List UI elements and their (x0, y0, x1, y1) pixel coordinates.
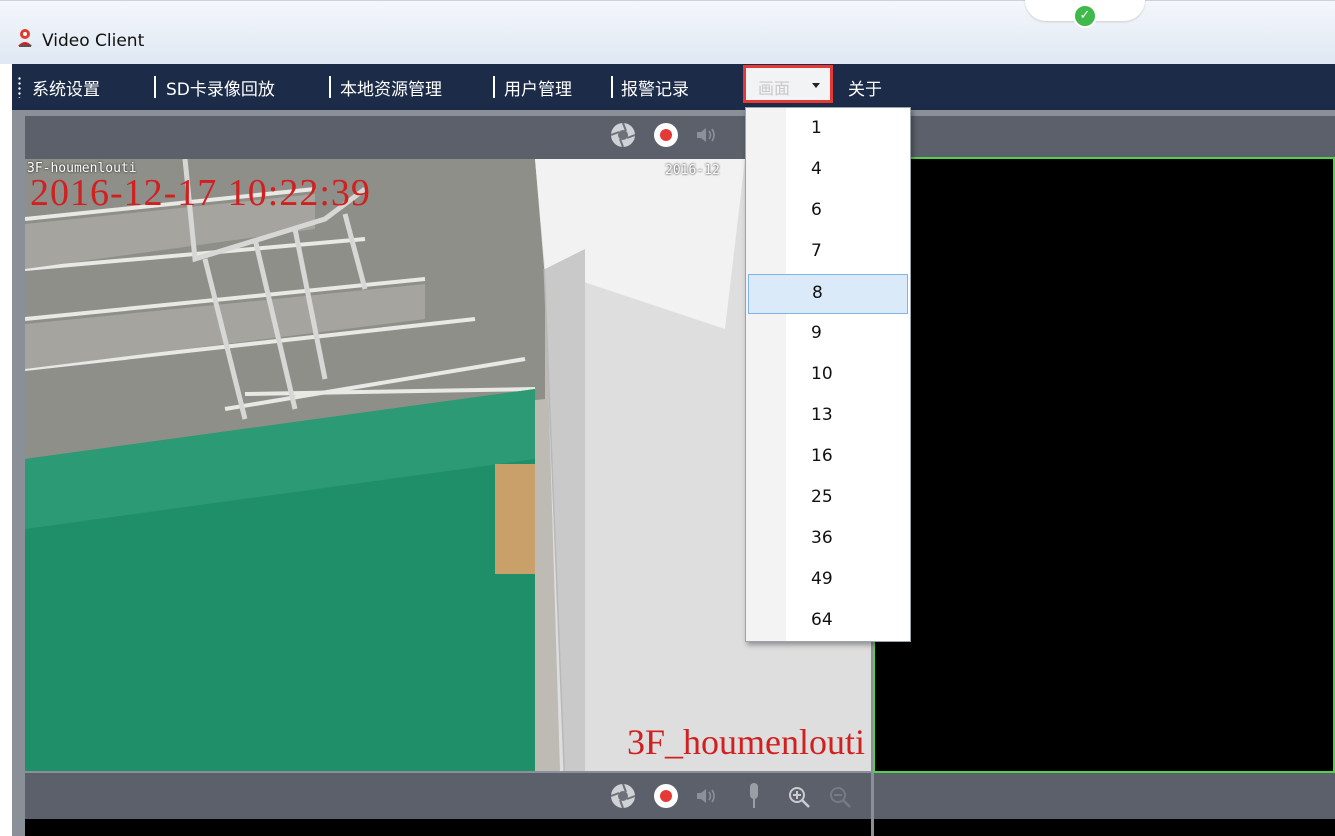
snapshot-icon[interactable] (610, 783, 636, 809)
layout-option-25[interactable]: 25 (748, 479, 908, 519)
layout-option-16[interactable]: 16 (748, 438, 908, 478)
record-icon[interactable] (653, 783, 679, 809)
window-title: Video Client (42, 31, 145, 51)
layout-option-9[interactable]: 9 (748, 315, 908, 355)
app-logo-icon (18, 29, 32, 47)
menu-separator (611, 76, 613, 98)
menu-alarm-records[interactable]: 报警记录 (621, 75, 689, 100)
layout-option-7[interactable]: 7 (748, 233, 908, 273)
osd-camera-name: 3F_houmenlouti (626, 722, 865, 762)
title-bar: ✓ Video Client (0, 0, 1335, 64)
layout-option-36[interactable]: 36 (748, 520, 908, 560)
video-pane-2[interactable] (873, 157, 1335, 773)
menu-system-settings[interactable]: 系统设置 (32, 75, 100, 100)
menu-user-management[interactable]: 用户管理 (504, 75, 572, 100)
menu-local-resources[interactable]: 本地资源管理 (340, 75, 442, 100)
status-check-icon: ✓ (1073, 4, 1097, 28)
audio-icon[interactable] (695, 787, 717, 805)
screen-layout-label: 画面 (758, 79, 791, 98)
layout-option-49[interactable]: 49 (748, 561, 908, 601)
toolbar-grip[interactable] (18, 76, 21, 98)
layout-option-13[interactable]: 13 (748, 397, 908, 437)
osd-timestamp: 2016-12-17 10:22:39 (30, 172, 371, 214)
microphone-icon[interactable] (744, 781, 764, 811)
layout-option-64[interactable]: 64 (748, 602, 908, 642)
record-icon[interactable] (653, 122, 679, 148)
menu-separator (493, 76, 495, 98)
menu-separator (154, 76, 156, 98)
zoom-in-icon[interactable] (786, 784, 812, 810)
layout-option-8[interactable]: 8 (748, 274, 908, 314)
menu-sd-playback[interactable]: SD卡录像回放 (166, 75, 275, 100)
screen-layout-menu[interactable]: 画面 (743, 65, 833, 103)
pane-2-toolbar (874, 116, 1335, 159)
chevron-down-icon (812, 83, 820, 88)
audio-icon[interactable] (695, 126, 717, 144)
pane-4-toolbar (874, 773, 1335, 819)
osd-small-timestamp: 2016-12 (665, 163, 720, 178)
screen-layout-dropdown: 1 4 6 7 8 9 10 13 16 25 36 49 64 (745, 107, 911, 642)
layout-option-4[interactable]: 4 (748, 151, 908, 191)
layout-option-1[interactable]: 1 (748, 110, 908, 150)
layout-option-6[interactable]: 6 (748, 192, 908, 232)
zoom-out-icon[interactable] (827, 784, 853, 810)
snapshot-icon[interactable] (610, 122, 636, 148)
video-pane-4[interactable] (874, 819, 1335, 836)
menu-about[interactable]: 关于 (848, 75, 882, 100)
layout-option-10[interactable]: 10 (748, 356, 908, 396)
video-pane-3[interactable] (25, 819, 871, 836)
menu-bar: 系统设置 SD卡录像回放 本地资源管理 用户管理 报警记录 画面 关于 (12, 64, 1335, 110)
menu-separator (329, 76, 331, 98)
